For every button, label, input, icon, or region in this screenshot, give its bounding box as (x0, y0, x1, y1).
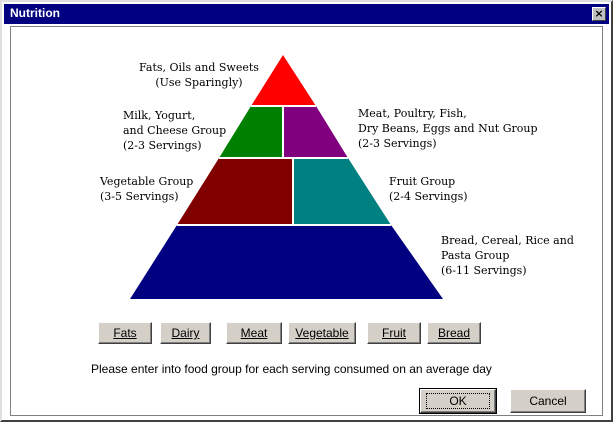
meat-button[interactable]: Meat (226, 322, 282, 344)
label-line: Meat, Poultry, Fish, (358, 107, 467, 120)
dairy-button[interactable]: Dairy (160, 322, 211, 344)
label-line: (Use Sparingly) (155, 76, 243, 89)
label-line: Fats, Oils and Sweets (139, 61, 259, 74)
label-line: Fruit Group (389, 175, 456, 188)
label-vegetable-group: Vegetable Group (3-5 Servings) (100, 174, 193, 204)
label-line: Bread, Cereal, Rice and (441, 234, 574, 247)
label-line: (2-3 Servings) (358, 137, 437, 150)
pyramid-section-vegetable[interactable] (177, 158, 293, 225)
instruction-text: Please enter into food group for each se… (91, 362, 492, 376)
pyramid-section-fruit[interactable] (293, 158, 391, 225)
pyramid-section-dairy[interactable] (219, 106, 283, 158)
label-line: (6-11 Servings) (441, 264, 527, 277)
label-dairy-group: Milk, Yogurt, and Cheese Group (2-3 Serv… (123, 108, 226, 153)
label-line: Dry Beans, Eggs and Nut Group (358, 122, 538, 135)
label-line: (2-3 Servings) (123, 139, 202, 152)
label-bread-group: Bread, Cereal, Rice and Pasta Group (6-1… (441, 233, 574, 278)
label-line: (3-5 Servings) (100, 190, 179, 203)
label-line: Vegetable Group (100, 175, 194, 188)
label-line: (2-4 Servings) (389, 190, 468, 203)
window-title: Nutrition (10, 6, 60, 20)
ok-button-label: OK (426, 393, 490, 409)
dialog-client-area: Fats, Oils and Sweets (Use Sparingly) Mi… (10, 26, 603, 416)
nutrition-dialog: Nutrition × Fats, Oils and Sweets (Use S… (0, 0, 613, 422)
label-line: and Cheese Group (123, 124, 227, 137)
label-meat-group: Meat, Poultry, Fish, Dry Beans, Eggs and… (358, 106, 538, 151)
vegetable-button[interactable]: Vegetable (288, 322, 356, 344)
label-line: Milk, Yogurt, (123, 109, 196, 122)
close-icon: × (594, 7, 604, 20)
pyramid-section-fats[interactable] (251, 55, 316, 106)
cancel-button[interactable]: Cancel (510, 389, 586, 413)
label-fats-group: Fats, Oils and Sweets (Use Sparingly) (139, 60, 259, 90)
fruit-button[interactable]: Fruit (367, 322, 421, 344)
label-fruit-group: Fruit Group (2-4 Servings) (389, 174, 468, 204)
fats-button[interactable]: Fats (98, 322, 152, 344)
close-button[interactable]: × (592, 7, 606, 21)
label-line: Pasta Group (441, 249, 510, 262)
title-bar[interactable]: Nutrition × (4, 4, 609, 24)
ok-button[interactable]: OK (419, 388, 497, 414)
pyramid-section-bread[interactable] (130, 225, 443, 299)
bread-button[interactable]: Bread (427, 322, 481, 344)
pyramid-section-meat[interactable] (283, 106, 348, 158)
